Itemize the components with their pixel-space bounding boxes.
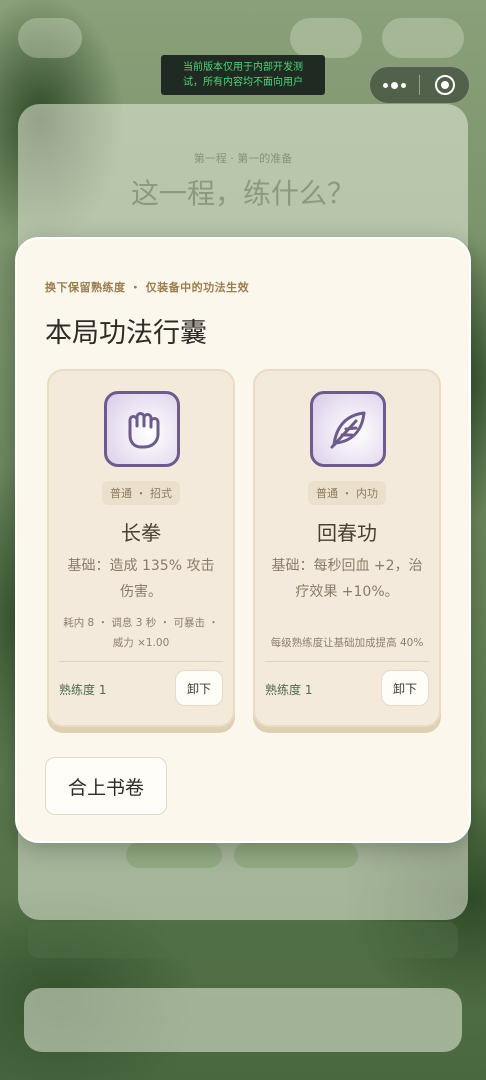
skill-meta: 每级熟练度让基础加成提高 40% [270, 637, 424, 649]
proficiency-label: 熟练度 1 [59, 683, 107, 697]
skill-bag-modal: 换下保留熟练度 ・ 仅装备中的功法生效 本局功法行囊 普通 ・ 招式 长拳 基础… [15, 237, 471, 843]
more-dots-icon[interactable] [370, 67, 419, 103]
background-dock [24, 988, 462, 1052]
background-top-button [382, 18, 464, 58]
skill-description: 基础：每秒回血 +2，治疗效果 +10%。 [271, 558, 423, 600]
skill-meta: 耗内 8 ・ 调息 3 秒 ・ 可暴击 ・ 威力 ×1.00 [63, 617, 219, 649]
card-divider [59, 661, 223, 662]
unequip-button[interactable]: 卸下 [381, 670, 429, 706]
fist-icon [104, 391, 180, 467]
modal-subtitle: 换下保留熟练度 ・ 仅装备中的功法生效 [45, 281, 250, 294]
proficiency-label: 熟练度 1 [265, 683, 313, 697]
background-title: 这一程，练什么？ [130, 177, 355, 210]
modal-title: 本局功法行囊 [45, 318, 207, 349]
background-pill [126, 842, 222, 868]
dev-build-banner: 当前版本仅用于内部开发测 试，所有内容均不面向用户 [161, 55, 325, 95]
card-divider [265, 661, 429, 662]
skill-card-changquan: 普通 ・ 招式 长拳 基础：造成 135% 攻击伤害。 耗内 8 ・ 调息 3 … [47, 369, 235, 727]
background-subtitle: 第一程 · 第一的准备 [193, 152, 293, 165]
skill-name: 回春功 [317, 521, 377, 545]
background-bar [28, 922, 458, 958]
skill-tag: 普通 ・ 招式 [49, 481, 233, 505]
unequip-button[interactable]: 卸下 [175, 670, 223, 706]
leaf-feather-icon [310, 391, 386, 467]
background-avatar [18, 18, 82, 58]
background-pill [234, 842, 358, 868]
target-circle-icon[interactable] [420, 67, 469, 103]
skill-card-huichungong: 普通 ・ 内功 回春功 基础：每秒回血 +2，治疗效果 +10%。 每级熟练度让… [253, 369, 441, 727]
dev-banner-line: 当前版本仅用于内部开发测 [183, 62, 303, 73]
skill-tag: 普通 ・ 内功 [255, 481, 439, 505]
background-top-button [290, 18, 362, 58]
skill-name: 长拳 [121, 521, 161, 545]
close-book-button[interactable]: 合上书卷 [45, 757, 167, 815]
skill-description: 基础：造成 135% 攻击伤害。 [67, 558, 215, 600]
mini-program-capsule [369, 66, 470, 104]
dev-banner-line: 试，所有内容均不面向用户 [183, 77, 303, 88]
